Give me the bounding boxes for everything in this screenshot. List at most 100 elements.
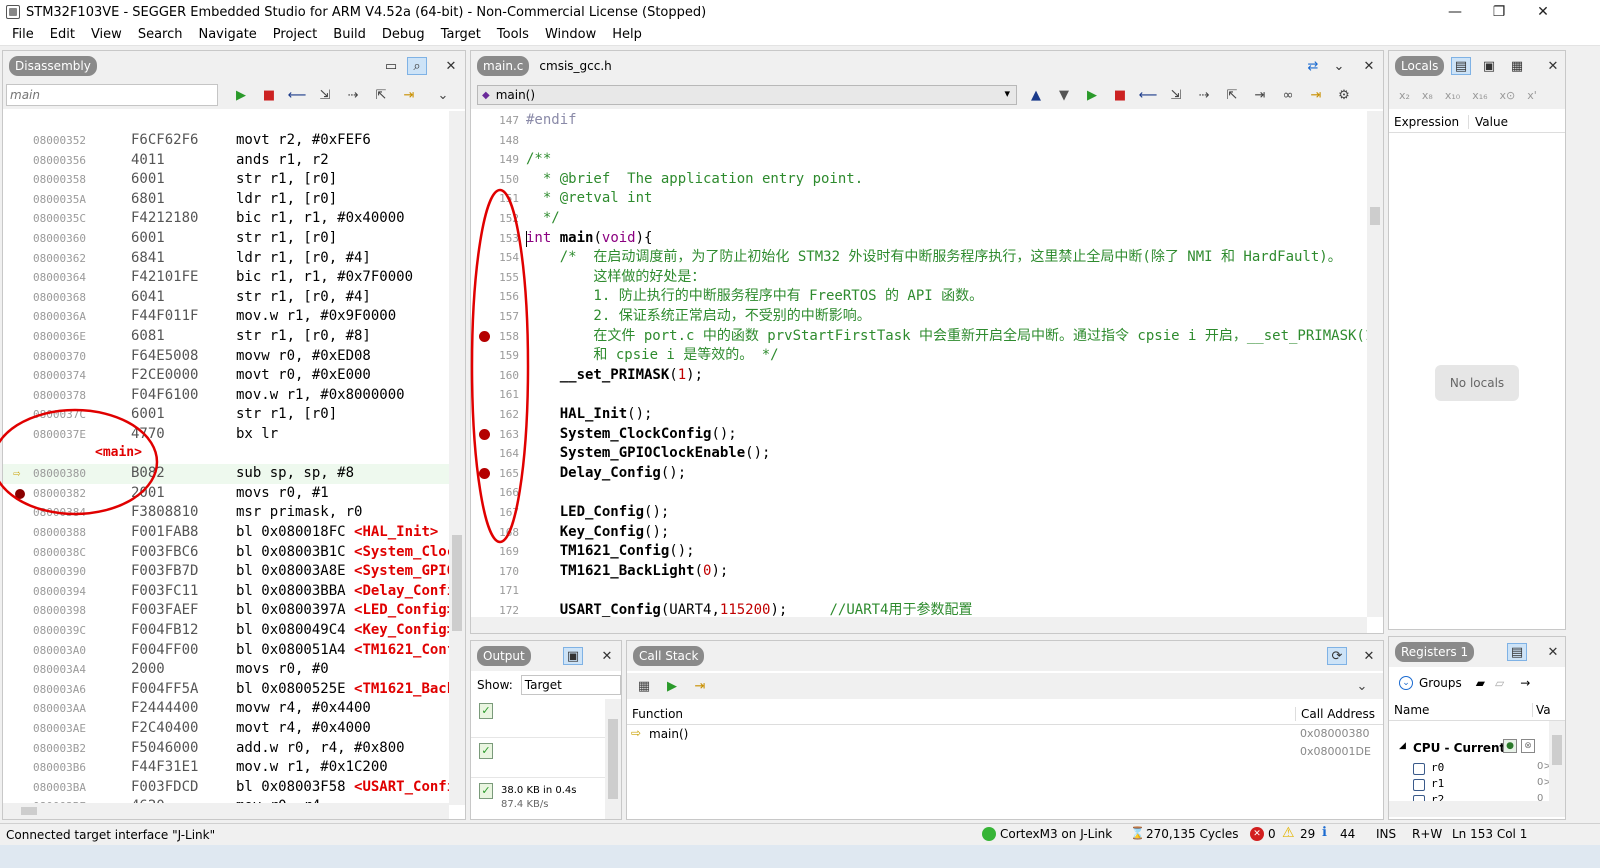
navigate-icon[interactable]: ⇄ <box>1303 57 1323 75</box>
disassembly-vscrollbar[interactable] <box>449 111 465 805</box>
close-icon[interactable]: ✕ <box>1359 647 1379 665</box>
groups-chevron-icon[interactable]: ⌄ <box>1399 676 1413 690</box>
track-pc-icon[interactable]: ⌕ <box>407 57 427 75</box>
locals-print-icon[interactable]: ▣ <box>1479 57 1499 75</box>
go-icon[interactable]: ▶ <box>1081 84 1103 106</box>
column-expression[interactable]: Expression <box>1389 114 1469 129</box>
disassembly-line[interactable]: 0800035A 6801 ldr r1, [r0] <box>3 190 449 210</box>
disassembly-line[interactable]: 080003A6 F004FF5A bl 0x0800525E <TM1621_Ba… <box>3 680 465 700</box>
code-line[interactable]: 162 HAL_Init(); <box>471 405 1367 425</box>
dock-icon[interactable]: ▭ <box>381 57 401 75</box>
editor-hscrollbar[interactable] <box>471 617 1367 633</box>
format-binary-icon[interactable]: x₂ <box>1399 89 1410 102</box>
run-to-cursor-icon[interactable]: ⇥ <box>689 675 711 697</box>
disassembly-line[interactable]: 08000374 F2CE0000 movt r0, #0xE000 <box>3 366 449 386</box>
next-icon[interactable]: ▼ <box>1053 84 1075 106</box>
table-row[interactable]: ⇨ main() 0x08000380 <box>627 725 1383 743</box>
format-hex-icon[interactable]: x₁₆ <box>1472 89 1487 102</box>
code-editor[interactable]: 147 #endif 148 149 /** 150 * @brief The appli… <box>471 111 1367 617</box>
code-line[interactable]: 147 #endif <box>471 111 1367 131</box>
function-select[interactable]: ◆ main() ▾ <box>477 85 1017 105</box>
disassembly-line[interactable]: 0800037E 4770 bx lr <box>3 425 449 445</box>
close-icon[interactable]: ✕ <box>597 647 617 665</box>
disassembly-line[interactable]: 080003A4 2000 movs r0, #0 <box>3 660 449 680</box>
disassembly-line[interactable]: 08000378 F04F6100 mov.w r1, #0x8000000 <box>3 386 449 406</box>
code-line[interactable]: 163 System_ClockConfig(); <box>471 425 1367 445</box>
disassembly-line[interactable]: 08000356 4011 ands r1, r2 <box>3 151 449 171</box>
disassembly-line[interactable]: 08000358 6001 str r1, [r0] <box>3 170 449 190</box>
code-line[interactable]: 148 <box>471 131 1367 151</box>
disassembly-hscrollbar[interactable] <box>3 803 449 819</box>
code-line[interactable]: 153 int main(void){ <box>471 229 1367 249</box>
disassembly-line[interactable]: 0800036A F44F011F mov.w r1, #0x9F0000 <box>3 307 449 327</box>
symbol-reference[interactable]: <LED_Config> <box>354 602 455 618</box>
disassembly-line[interactable]: 0800039C F004FB12 bl 0x080049C4 <Key_Confi… <box>3 621 455 641</box>
code-line[interactable]: 166 <box>471 483 1367 503</box>
symbol-reference[interactable]: <Key_Config> <box>354 622 455 638</box>
code-line[interactable]: 168 Key_Config(); <box>471 523 1367 543</box>
disassembly-line[interactable]: 080003B2 F5046000 add.w r0, r4, #0x800 <box>3 739 449 759</box>
prev-icon[interactable]: ▲ <box>1025 84 1047 106</box>
chevron-down-icon[interactable]: ⌄ <box>1329 57 1349 75</box>
disassembly-line[interactable]: 08000388 F001FAB8 bl 0x080018FC <HAL_Init> <box>3 523 449 543</box>
tab-output[interactable]: Output <box>477 646 531 666</box>
code-line[interactable]: 150 * @brief The application entry point… <box>471 170 1367 190</box>
output-pin-icon[interactable]: ▣ <box>563 647 583 665</box>
menu-window[interactable]: Window <box>537 24 604 46</box>
collapse-triangle-icon[interactable]: ◢ <box>1399 741 1406 751</box>
disassembly-line[interactable]: 08000390 F003FB7D bl 0x08003A8E <System_GP… <box>3 562 465 582</box>
disassembly-line[interactable]: 08000394 F003FC11 bl 0x08003BBA <Delay_Con… <box>3 582 465 602</box>
chevron-down-icon[interactable]: ⌄ <box>432 84 454 106</box>
chip-icon[interactable]: ▰ <box>1476 676 1485 690</box>
minimize-button[interactable]: — <box>1432 0 1478 24</box>
menu-view[interactable]: View <box>83 24 130 46</box>
disassembly-line[interactable]: 08000370 F64E5008 movw r0, #0xED08 <box>3 347 449 367</box>
step-over-icon[interactable]: ⇢ <box>1193 84 1215 106</box>
code-line[interactable]: 152 */ <box>471 209 1367 229</box>
disassembly-search-input[interactable] <box>6 84 218 106</box>
registers-vscrollbar[interactable] <box>1549 721 1565 801</box>
menu-tools[interactable]: Tools <box>489 24 537 46</box>
tab-disassembly[interactable]: Disassembly <box>9 56 97 76</box>
code-line[interactable]: 158 在文件 port.c 中的函数 prvStartFirstTask 中会… <box>471 327 1367 347</box>
list-item[interactable]: r2 0> <box>1413 793 1543 801</box>
column-call-address[interactable]: Call Address <box>1296 707 1375 721</box>
step-over-icon[interactable]: ⇢ <box>342 84 364 106</box>
column-value[interactable]: Va <box>1533 703 1551 717</box>
code-line[interactable]: 161 <box>471 385 1367 405</box>
disassembly-line[interactable]: 0800036E 6081 str r1, [r0, #8] <box>3 327 449 347</box>
step-out-icon[interactable]: ⇱ <box>370 84 392 106</box>
disassembly-line[interactable]: ⇨ 08000380 B082 sub sp, sp, #8 <box>3 464 449 484</box>
disassembly-line[interactable]: 0800035C F4212180 bic r1, r1, #0x40000 <box>3 209 449 229</box>
close-button[interactable]: ✕ <box>1520 0 1566 24</box>
close-icon[interactable]: ✕ <box>1359 57 1379 75</box>
menu-search[interactable]: Search <box>130 24 191 46</box>
close-icon[interactable]: ✕ <box>1543 57 1563 75</box>
registers-view-icon[interactable]: ▤ <box>1507 643 1527 661</box>
close-icon[interactable]: ✕ <box>1543 643 1563 661</box>
back-arrow-icon[interactable]: ⟵ <box>286 84 308 106</box>
warning-count[interactable]: 29 <box>1300 827 1315 841</box>
error-icon[interactable]: ✕ <box>1250 827 1264 841</box>
disassembly-line[interactable]: 080003A0 F004FF00 bl 0x080051A4 <TM1621_Co… <box>3 641 465 661</box>
code-line[interactable]: 155 这样做的好处是： <box>471 268 1367 288</box>
info-count[interactable]: 44 <box>1340 827 1355 841</box>
locals-view-icon[interactable]: ▤ <box>1451 57 1471 75</box>
table-row[interactable]: 0x080001DE <box>627 743 1383 761</box>
code-line[interactable]: 149 /** <box>471 150 1367 170</box>
code-line[interactable]: 154 /* 在启动调度前，为了防止初始化 STM32 外设时有中断服务程序执行… <box>471 248 1367 268</box>
code-line[interactable]: 164 System_GPIOClockEnable(); <box>471 444 1367 464</box>
step-into-icon[interactable]: ⇲ <box>1165 84 1187 106</box>
menu-help[interactable]: Help <box>604 24 650 46</box>
column-value[interactable]: Value <box>1469 115 1508 129</box>
go-icon[interactable]: ▶ <box>230 84 252 106</box>
tab-main-c[interactable]: main.c <box>477 56 530 76</box>
run-to-cursor-icon[interactable]: ⇥ <box>398 84 420 106</box>
disassembly-line[interactable]: 08000364 F42101FE bic r1, r1, #0x7F0000 <box>3 268 449 288</box>
tab-registers-1[interactable]: Registers 1 <box>1395 642 1475 662</box>
show-select[interactable]: Target <box>520 675 621 695</box>
code-line[interactable]: 171 <box>471 581 1367 601</box>
error-count[interactable]: 0 <box>1268 827 1276 841</box>
menu-file[interactable]: File <box>4 24 42 46</box>
code-line[interactable]: 170 TM1621_BackLight(0); <box>471 562 1367 582</box>
